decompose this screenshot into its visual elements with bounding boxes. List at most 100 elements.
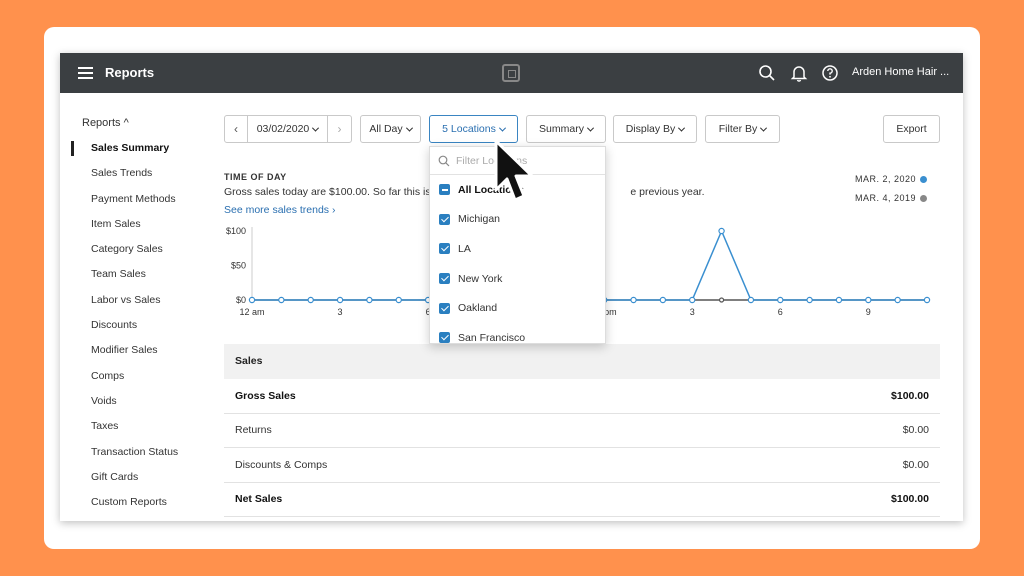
chevron-down-icon — [312, 124, 320, 132]
table-row: Gross Sales $100.00 — [224, 379, 940, 414]
page-title: Reports — [105, 65, 155, 80]
top-bar: Reports Arden Home Hair ... — [60, 53, 963, 93]
chevron-down-icon — [760, 124, 768, 132]
checkbox-checked-icon[interactable] — [439, 273, 450, 285]
sidebar-item-comps[interactable]: Comps — [60, 364, 220, 389]
legend-item-2020: MAR. 2, 2020 — [855, 174, 928, 184]
sidebar-item-category-sales[interactable]: Category Sales — [60, 237, 220, 262]
chevron-down-icon — [498, 124, 506, 132]
data-point — [689, 296, 696, 304]
option-label: Michigan — [458, 213, 501, 226]
date-label: 03/02/2020 — [256, 123, 310, 135]
data-point — [630, 296, 637, 304]
checkbox-checked-icon[interactable] — [439, 213, 450, 225]
search-icon[interactable] — [757, 63, 777, 83]
y-tick-label: $0 — [236, 295, 246, 305]
next-date-button[interactable]: › — [327, 115, 352, 143]
location-option-san-francisco[interactable]: San Francisco — [430, 323, 605, 344]
filter-by-label: Filter By — [718, 123, 758, 135]
sidebar-item-team-sales[interactable]: Team Sales — [60, 262, 220, 287]
row-label: Net Sales — [235, 493, 283, 506]
table-header: Sales — [224, 344, 940, 379]
checkbox-checked-icon[interactable] — [439, 243, 450, 255]
data-point — [659, 296, 667, 304]
checkbox-checked-icon[interactable] — [439, 302, 450, 314]
chevron-down-icon — [405, 124, 413, 132]
sales-trends-link[interactable]: See more sales trends › — [224, 204, 335, 216]
data-point — [366, 296, 373, 304]
sidebar-item-sales-trends[interactable]: Sales Trends — [60, 161, 220, 186]
square-logo-icon[interactable] — [502, 64, 520, 82]
summary-label: Summary — [539, 123, 584, 135]
sidebar-item-discounts[interactable]: Discounts — [60, 313, 220, 338]
sidebar-item-modifier-sales[interactable]: Modifier Sales — [60, 338, 220, 363]
y-tick-label: $100 — [226, 226, 246, 236]
legend-dot-icon — [920, 176, 928, 184]
row-value: $0.00 — [902, 424, 929, 437]
checkbox-checked-icon[interactable] — [439, 332, 450, 343]
data-point — [718, 227, 725, 235]
sidebar: Reports ^ Sales Summary Sales Trends Pay… — [60, 93, 220, 521]
data-point — [336, 296, 344, 304]
section-heading: TIME OF DAY — [224, 172, 287, 182]
data-point — [923, 296, 931, 304]
export-button[interactable]: Export — [883, 115, 940, 143]
legend-item-2019: MAR. 4, 2019 — [855, 193, 928, 203]
sidebar-item-labor-vs-sales[interactable]: Labor vs Sales — [60, 288, 220, 313]
summary-button[interactable]: Summary — [526, 115, 606, 143]
date-picker-button[interactable]: 03/02/2020 — [247, 115, 328, 143]
sidebar-heading[interactable]: Reports ^ — [82, 117, 129, 129]
row-label: Discounts & Comps — [235, 458, 328, 471]
sidebar-item-transaction-status[interactable]: Transaction Status — [60, 440, 220, 465]
display-by-button[interactable]: Display By — [613, 115, 697, 143]
option-label: San Francisco — [458, 331, 526, 344]
data-point — [835, 296, 843, 304]
sidebar-item-sales-summary[interactable]: Sales Summary — [60, 136, 220, 161]
prev-date-button[interactable]: ‹ — [224, 115, 248, 143]
chevron-down-icon — [586, 124, 595, 132]
checkbox-partial-icon[interactable] — [439, 184, 450, 196]
help-icon[interactable] — [820, 63, 840, 83]
location-option-new-york[interactable]: New York — [430, 264, 605, 294]
sidebar-list: Sales Summary Sales Trends Payment Metho… — [60, 136, 220, 515]
account-name[interactable]: Arden Home Hair ... — [852, 66, 949, 78]
row-value: $100.00 — [891, 493, 929, 506]
data-point — [806, 296, 813, 304]
location-option-oakland[interactable]: Oakland — [430, 293, 605, 323]
legend-dot-icon — [920, 195, 928, 203]
data-point — [395, 296, 402, 304]
data-point — [718, 297, 725, 303]
bell-icon[interactable] — [789, 63, 809, 83]
sidebar-item-item-sales[interactable]: Item Sales — [60, 212, 220, 237]
x-tick-label: 3 — [338, 307, 343, 317]
x-tick-label: 6 — [778, 307, 783, 317]
search-icon — [438, 155, 450, 166]
time-range-button[interactable]: All Day — [360, 115, 421, 143]
sidebar-item-voids[interactable]: Voids — [60, 389, 220, 414]
data-point — [248, 296, 256, 304]
sidebar-item-taxes[interactable]: Taxes — [60, 414, 220, 439]
data-point — [307, 296, 314, 304]
sidebar-item-custom-reports[interactable]: Custom Reports — [60, 490, 220, 515]
table-row: Discounts & Comps $0.00 — [224, 448, 940, 483]
location-option-michigan[interactable]: Michigan — [430, 205, 605, 235]
location-option-la[interactable]: LA — [430, 234, 605, 264]
table-row: Returns $0.00 — [224, 414, 940, 448]
chevron-down-icon — [678, 124, 686, 132]
option-label: Oakland — [458, 302, 498, 315]
x-tick-label: 9 — [866, 307, 871, 317]
data-point — [894, 296, 901, 304]
sales-table: Sales Gross Sales $100.00 Returns $0.00 Di… — [224, 344, 940, 517]
row-value: $100.00 — [891, 389, 929, 402]
sidebar-item-gift-cards[interactable]: Gift Cards — [60, 465, 220, 490]
menu-icon[interactable] — [78, 67, 93, 79]
y-tick-label: $50 — [231, 261, 246, 271]
sidebar-item-payment-methods[interactable]: Payment Methods — [60, 187, 220, 212]
locations-label: 5 Locations — [442, 123, 496, 135]
display-by-label: Display By — [625, 123, 676, 135]
gross-sales-text-start: Gross sales today are $100.00. So far th… — [224, 186, 440, 198]
x-tick-label: 12 am — [239, 307, 264, 317]
data-point — [278, 296, 285, 304]
chevron-left-icon: ‹ — [234, 122, 238, 136]
filter-by-button[interactable]: Filter By — [705, 115, 780, 143]
